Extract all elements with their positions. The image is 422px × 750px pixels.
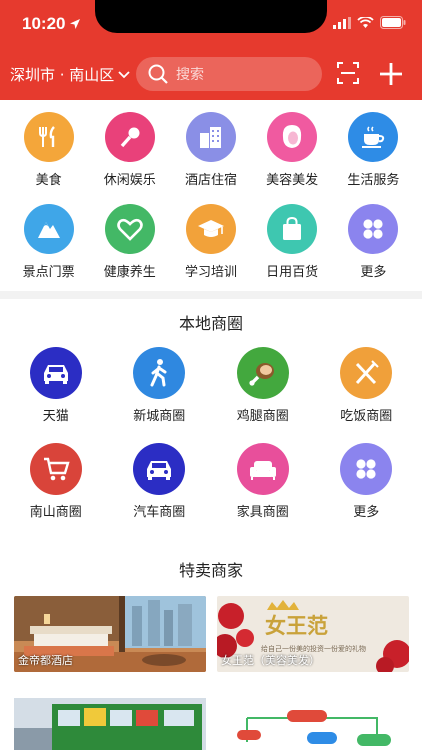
walking-person-icon xyxy=(133,347,186,399)
category-more[interactable]: 更多 xyxy=(333,204,413,296)
add-icon[interactable] xyxy=(378,61,404,87)
featured-card-hotel[interactable]: 金帝都酒店 xyxy=(14,596,206,672)
featured-card-caption: 女王范（美容美发） xyxy=(221,654,320,667)
category-daily-goods[interactable]: 日用百货 xyxy=(252,204,332,296)
coffee-cup-icon xyxy=(348,112,399,162)
section-divider xyxy=(0,291,422,299)
category-label-rest: 容美发 xyxy=(279,173,319,188)
chevron-down-icon xyxy=(118,70,130,78)
local-area-row: 天猫 新城商圈 鸡腿商圈 吃饭商圈 xyxy=(0,347,422,443)
local-area-nanshan[interactable]: 南山商圈 xyxy=(8,443,104,539)
shopping-bag-icon xyxy=(267,204,318,254)
local-area-label: 天猫 xyxy=(42,409,69,424)
category-row: 景点门票 健康养生 学习培训 日用百货 更多 xyxy=(0,204,422,296)
local-area-label: 汽车商圈 xyxy=(133,505,186,520)
status-indicators xyxy=(333,16,406,29)
microphone-icon xyxy=(104,112,155,162)
local-area-furniture[interactable]: 家具商圈 xyxy=(215,443,311,539)
mountain-icon xyxy=(23,204,74,254)
fork-knife-icon xyxy=(23,112,74,162)
category-health[interactable]: 健康养生 xyxy=(90,204,170,296)
featured-section-title: 特卖商家 xyxy=(178,561,243,580)
fork-knife-icon xyxy=(340,347,393,399)
local-area-drumstick[interactable]: 鸡腿商圈 xyxy=(215,347,311,443)
local-area-tmall[interactable]: 天猫 xyxy=(8,347,104,443)
category-row: 美食 休闲娱乐 酒店住宿 美容美发 生活服务 xyxy=(0,112,422,204)
category-label: 酒店住宿 xyxy=(184,173,237,188)
car-icon xyxy=(29,347,82,399)
status-time: 10:20 xyxy=(22,14,81,34)
scan-icon[interactable] xyxy=(337,62,359,84)
local-area-more[interactable]: 更多 xyxy=(318,443,414,539)
local-area-label: 新城商圈 xyxy=(133,409,186,424)
local-area-row: 南山商圈 汽车商圈 家具商圈 更多 xyxy=(0,443,422,539)
city-label: 深圳市 · 南山区 xyxy=(10,66,115,84)
featured-card-beauty[interactable]: 女王范 给自己一份美的投资一份爱的礼物 女王范（美容美发） xyxy=(217,596,409,672)
featured-card-caption: 金帝都酒店 xyxy=(18,654,73,667)
local-area-dining[interactable]: 吃饭商圈 xyxy=(318,347,414,443)
local-area-grid: 天猫 新城商圈 鸡腿商圈 吃饭商圈 南山商圈 汽车商圈 家具商圈 更多 xyxy=(0,347,422,539)
search-input[interactable]: 搜索 xyxy=(136,57,322,91)
battery-icon xyxy=(380,16,406,29)
local-area-auto[interactable]: 汽车商圈 xyxy=(111,443,207,539)
city-selector[interactable]: 深圳市 · 南山区 xyxy=(10,64,130,85)
storefront-photo xyxy=(14,698,206,750)
category-label: 休闲娱乐 xyxy=(103,173,156,188)
category-scenic-tickets[interactable]: 景点门票 xyxy=(9,204,89,296)
local-area-xincheng[interactable]: 新城商圈 xyxy=(111,347,207,443)
beauty-logo-text: 女王范 xyxy=(265,613,328,638)
category-beauty[interactable]: 美容美发 xyxy=(252,112,332,204)
more-grid-icon xyxy=(340,443,393,495)
category-grid: 美食 休闲娱乐 酒店住宿 美容美发 生活服务 景点门票 健康养生 学习培训 日用… xyxy=(0,112,422,296)
search-icon xyxy=(148,64,168,84)
featured-card-flowchart[interactable] xyxy=(217,698,409,750)
category-label: 美食 xyxy=(35,173,62,188)
category-label: 景点门票 xyxy=(22,265,75,280)
location-arrow-icon xyxy=(70,19,81,29)
more-grid-icon xyxy=(348,204,399,254)
category-hotel[interactable]: 酒店住宿 xyxy=(171,112,251,204)
category-label: 生活服务 xyxy=(347,173,400,188)
featured-card-store[interactable] xyxy=(14,698,206,750)
local-section-title: 本地商圈 xyxy=(178,314,243,333)
status-time-text: 10:20 xyxy=(22,14,66,33)
shopping-cart-icon xyxy=(29,443,82,495)
drumstick-icon xyxy=(236,347,289,399)
app-header: 10:20 深圳市 · 南山区 搜索 xyxy=(0,0,422,100)
local-area-label: 更多 xyxy=(353,505,380,520)
graduation-cap-icon xyxy=(185,204,236,254)
signal-icon xyxy=(333,16,351,29)
category-education[interactable]: 学习培训 xyxy=(171,204,251,296)
category-label: 日用百货 xyxy=(266,265,319,280)
device-notch xyxy=(95,0,327,33)
search-placeholder: 搜索 xyxy=(176,67,204,83)
wifi-icon xyxy=(357,16,374,28)
category-food[interactable]: 美食 xyxy=(9,112,89,204)
local-area-label: 家具商圈 xyxy=(236,505,289,520)
promo-diagram-image xyxy=(217,698,409,750)
category-label: 更多 xyxy=(360,265,387,280)
heart-icon xyxy=(104,204,155,254)
sofa-icon xyxy=(236,443,289,495)
car-icon xyxy=(133,443,186,495)
local-area-label: 吃饭商圈 xyxy=(340,409,393,424)
local-area-label: 南山商圈 xyxy=(29,505,82,520)
category-label: 学习培训 xyxy=(184,265,237,280)
category-label: 健康养生 xyxy=(103,265,156,280)
hotel-building-icon xyxy=(185,112,236,162)
category-label: 美容美发 xyxy=(266,169,318,188)
category-label-prefix: 美 xyxy=(266,173,280,188)
category-entertainment[interactable]: 休闲娱乐 xyxy=(90,112,170,204)
hair-salon-icon xyxy=(267,112,318,162)
local-area-label: 鸡腿商圈 xyxy=(236,409,289,424)
category-life-service[interactable]: 生活服务 xyxy=(333,112,413,204)
